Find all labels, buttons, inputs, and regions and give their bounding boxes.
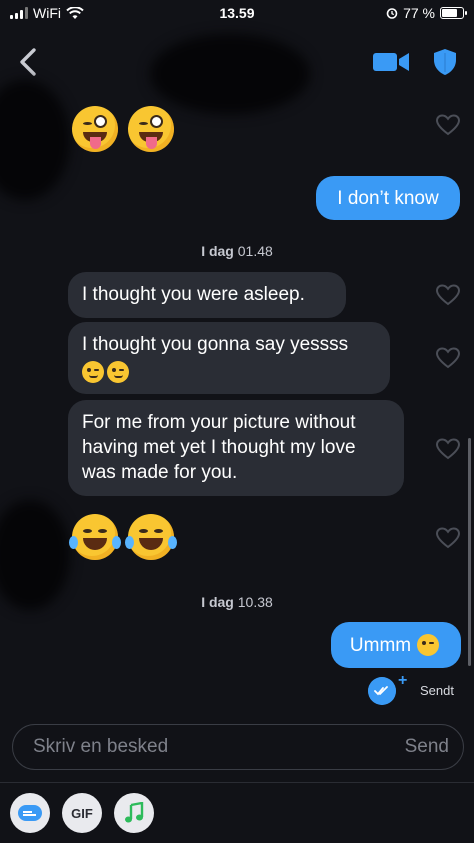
chat-screen: WiFi 13.59 77 % I don’t know I dag 01.48… [0, 0, 474, 843]
scrollbar[interactable] [468, 438, 471, 666]
outgoing-message[interactable]: I don’t know [316, 176, 460, 220]
face-with-tears-of-joy-emoji [69, 514, 121, 560]
winking-face-emoji [107, 360, 129, 383]
heart-icon[interactable] [436, 347, 460, 369]
incoming-message[interactable]: For me from your picture without having … [68, 400, 404, 496]
sticker-button[interactable] [10, 793, 50, 833]
date-separator: I dag 10.38 [0, 594, 474, 610]
plus-icon: + [398, 672, 408, 689]
redacted-area [0, 80, 70, 200]
delivery-status-label: Sendt [420, 683, 454, 698]
message-text: Ummm [349, 634, 412, 656]
video-camera-icon[interactable] [372, 50, 410, 74]
date-separator-time: 01.48 [237, 243, 273, 259]
music-note-icon [125, 802, 144, 823]
message-text: I thought you gonna say yessss [82, 334, 349, 355]
shield-icon[interactable] [432, 48, 458, 76]
heart-icon[interactable] [436, 114, 460, 136]
winking-face-emoji [82, 360, 104, 383]
flushed-face-emoji [417, 634, 440, 656]
date-separator: I dag 01.48 [0, 243, 474, 259]
composer-toolbar: GIF [10, 793, 154, 833]
double-check-icon [368, 677, 396, 705]
battery-fill [442, 9, 457, 17]
date-separator-day: I dag [201, 594, 234, 610]
gif-label: GIF [71, 805, 93, 821]
message-composer: Send [12, 724, 464, 770]
winking-face-with-tongue-emoji [72, 106, 118, 152]
divider [0, 782, 474, 783]
battery-icon [440, 7, 467, 19]
date-separator-day: I dag [201, 243, 234, 259]
incoming-emoji-message[interactable] [69, 514, 177, 560]
heart-icon[interactable] [436, 438, 460, 460]
incoming-emoji-message[interactable] [72, 106, 174, 152]
status-bar: WiFi 13.59 77 % [0, 0, 474, 28]
music-button[interactable] [114, 793, 154, 833]
redacted-area [150, 34, 310, 114]
gif-button[interactable]: GIF [62, 793, 102, 833]
incoming-message[interactable]: I thought you gonna say yessss [68, 322, 390, 394]
message-input[interactable] [33, 733, 363, 761]
delivery-status: + Sendt [366, 672, 466, 706]
battery-percent: 77 % [403, 5, 435, 21]
sticker-icon [18, 805, 42, 821]
chevron-left-icon[interactable] [14, 46, 44, 78]
date-separator-time: 10.38 [237, 594, 273, 610]
heart-icon[interactable] [436, 527, 460, 549]
send-button[interactable]: Send [405, 736, 449, 758]
message-emoji-line [82, 359, 376, 384]
status-right: 77 % [386, 5, 467, 21]
face-with-tears-of-joy-emoji [125, 514, 177, 560]
incoming-message[interactable]: I thought you were asleep. [68, 272, 346, 318]
heart-icon[interactable] [436, 284, 460, 306]
outgoing-message[interactable]: Ummm [331, 622, 461, 668]
alarm-icon [386, 8, 398, 19]
winking-face-with-tongue-emoji [128, 106, 174, 152]
